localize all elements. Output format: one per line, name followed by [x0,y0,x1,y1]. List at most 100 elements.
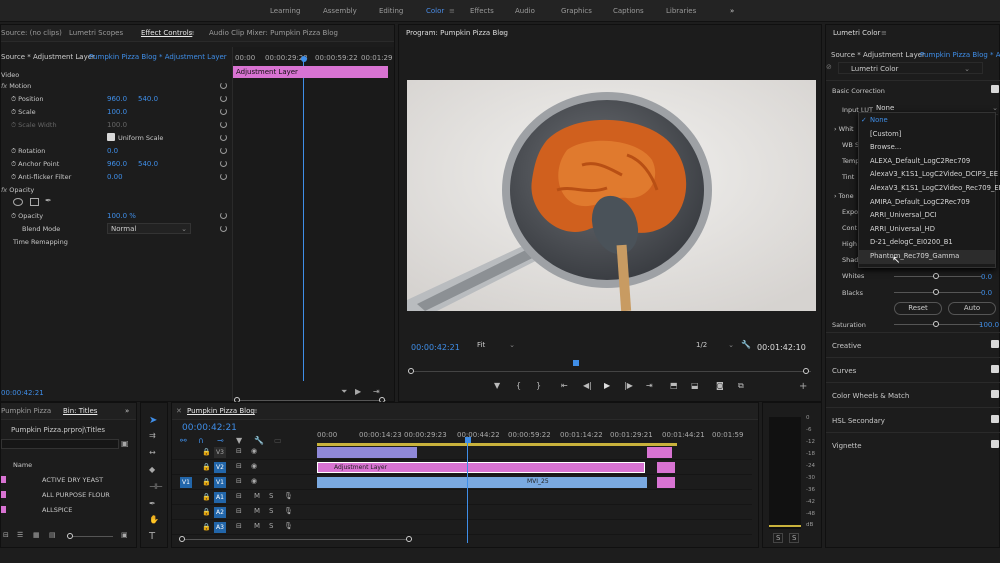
export-icon[interactable]: ⇥ [373,387,380,396]
saturation-slider-knob[interactable] [933,321,939,327]
scale-value[interactable]: 100.0 [107,108,127,116]
new-item-icon[interactable]: ▣ [121,531,128,539]
antiflicker-value[interactable]: 0.00 [107,173,123,181]
blend-reset-icon[interactable] [220,225,227,232]
section-color-wheels[interactable]: Color Wheels & Match [826,382,1000,407]
linked-selection-icon[interactable]: ⊸ [217,436,224,445]
add-button-icon[interactable]: + [799,381,807,392]
anchor-reset-icon[interactable] [220,160,227,167]
track-label-v3[interactable]: V3 [214,447,226,458]
play-icon[interactable]: ▶ [604,381,610,390]
sync-lock-icon[interactable]: ⊟ [236,462,242,470]
comparison-view-icon[interactable]: ⧉ [738,381,744,391]
extract-icon[interactable]: ⬓ [691,381,699,390]
solo-button[interactable]: S [269,507,273,515]
vignette-checkbox[interactable] [991,440,999,448]
type-tool-icon[interactable]: T [149,531,155,542]
uniform-reset-icon[interactable] [220,134,227,141]
workspace-audio[interactable]: Audio [515,7,535,15]
mark-out-icon[interactable]: } [536,381,541,390]
fx-toggle-icon[interactable]: ⊘ [826,63,832,71]
bin-search-input[interactable] [1,439,119,449]
list-item[interactable]: ALL PURPOSE FLOUR [1,488,129,502]
basic-correction-label[interactable]: Basic Correction [832,87,885,95]
workspace-graphics[interactable]: Graphics [561,7,592,15]
scale-reset-icon[interactable] [220,108,227,115]
lock-icon[interactable]: 🔒 [202,493,211,501]
lock-icon[interactable]: 🔒 [202,523,211,531]
sync-lock-icon[interactable]: ⊟ [236,522,242,530]
motion-reset-icon[interactable] [220,82,227,89]
workspace-effects[interactable]: Effects [470,7,494,15]
curves-checkbox[interactable] [991,365,999,373]
timeline-ruler[interactable]: 00:00 00:00:14:23 00:00:29:23 00:00:44:2… [312,427,752,441]
lock-icon[interactable]: ⊟ [3,531,9,539]
microphone-icon[interactable]: 🎙 [284,522,293,530]
resolution-select[interactable]: 1/2 ⌄ [696,341,734,353]
creative-checkbox[interactable] [991,340,999,348]
video-frame[interactable] [407,80,816,311]
blacks-value[interactable]: 0.0 [981,289,992,297]
v1-clip-end[interactable] [657,477,675,488]
selection-tool-icon[interactable]: ➤ [149,415,157,426]
hand-tool-icon[interactable]: ✋ [149,515,159,524]
workspace-menu-icon[interactable]: ≡ [449,7,455,15]
rotation-reset-icon[interactable] [220,147,227,154]
color-wheels-checkbox[interactable] [991,390,999,398]
lut-option-browse[interactable]: Browse... [859,141,995,155]
lut-option-alexa-default[interactable]: ALEXA_Default_LogC2Rec709 [859,155,995,169]
auto-button[interactable]: Auto [948,302,996,315]
snap-icon[interactable]: ∩ [198,436,204,445]
program-title[interactable]: Program: Pumpkin Pizza Blog [406,29,508,37]
mark-in-icon[interactable]: { [516,381,521,390]
pen-tool-icon[interactable]: ✒ [149,499,156,508]
mute-button[interactable]: M [254,492,260,500]
workspace-learning[interactable]: Learning [270,7,300,15]
list-item[interactable]: ACTIVE DRY YEAST [1,473,129,487]
program-zoom-start[interactable] [408,368,414,374]
list-view-icon[interactable]: ☰ [17,531,23,539]
lumetri-title[interactable]: Lumetri Color [833,29,880,37]
lut-option-amira-default[interactable]: AMIRA_Default_LogC2Rec709 [859,196,995,210]
sequence-tab[interactable]: Pumpkin Pizza Blog [187,407,255,415]
time-remapping-label[interactable]: Time Remapping [13,238,68,251]
lut-option-none[interactable]: ✓ None [859,114,995,128]
lumetri-effect-select[interactable]: Lumetri Color ⌄ [838,62,983,74]
opacity-reset-icon[interactable] [220,212,227,219]
section-vignette[interactable]: Vignette [826,432,1000,457]
adjustment-clip-2[interactable] [657,462,675,473]
pen-mask-icon[interactable]: ✒ [45,196,52,205]
position-x-value[interactable]: 960.0 [107,95,127,103]
rectangle-mask-icon[interactable] [30,198,39,206]
antiflicker-reset-icon[interactable] [220,173,227,180]
tab-bin-titles[interactable]: Bin: Titles [63,407,97,415]
mini-scrollbar[interactable] [236,400,386,401]
name-column-header[interactable]: Name [13,461,32,469]
sync-lock-icon[interactable]: ⊟ [236,447,242,455]
razor-tool-icon[interactable]: ◆ [149,465,155,474]
track-select-icon[interactable]: ⇉ [149,431,156,440]
lumetri-menu-icon[interactable]: ≡ [881,29,887,37]
whites-slider-knob[interactable] [933,273,939,279]
effect-controls-timecode[interactable]: 00:00:42:21 [1,389,44,397]
tab-lumetri-scopes[interactable]: Lumetri Scopes [69,29,123,37]
source-patch-v1[interactable]: V1 [180,477,192,488]
timeline-zoom-scrollbar[interactable] [182,539,412,540]
hsl-secondary-checkbox[interactable] [991,415,999,423]
section-hsl-secondary[interactable]: HSL Secondary [826,407,1000,432]
lift-icon[interactable]: ⬒ [670,381,678,390]
solo-button[interactable]: S [269,492,273,500]
sequence-clip-label[interactable]: Pumpkin Pizza Blog * Adjustment Layer [89,53,227,61]
mute-button[interactable]: M [254,522,260,530]
anchor-x-value[interactable]: 960.0 [107,160,127,168]
track-label-a2[interactable]: A2 [214,507,226,518]
ellipse-mask-icon[interactable] [13,198,23,206]
saturation-value[interactable]: 100.0 [979,321,999,329]
whites-value[interactable]: 0.0 [981,273,992,281]
filter-icon[interactable]: ⏷ [341,387,347,397]
program-menu-icon[interactable]: ≡ [500,29,506,37]
slip-tool-icon[interactable]: ⊣⊢ [149,482,163,491]
basic-correction-checkbox[interactable] [991,85,999,93]
track-label-a1[interactable]: A1 [214,492,226,503]
uniform-scale-checkbox[interactable] [107,133,115,141]
